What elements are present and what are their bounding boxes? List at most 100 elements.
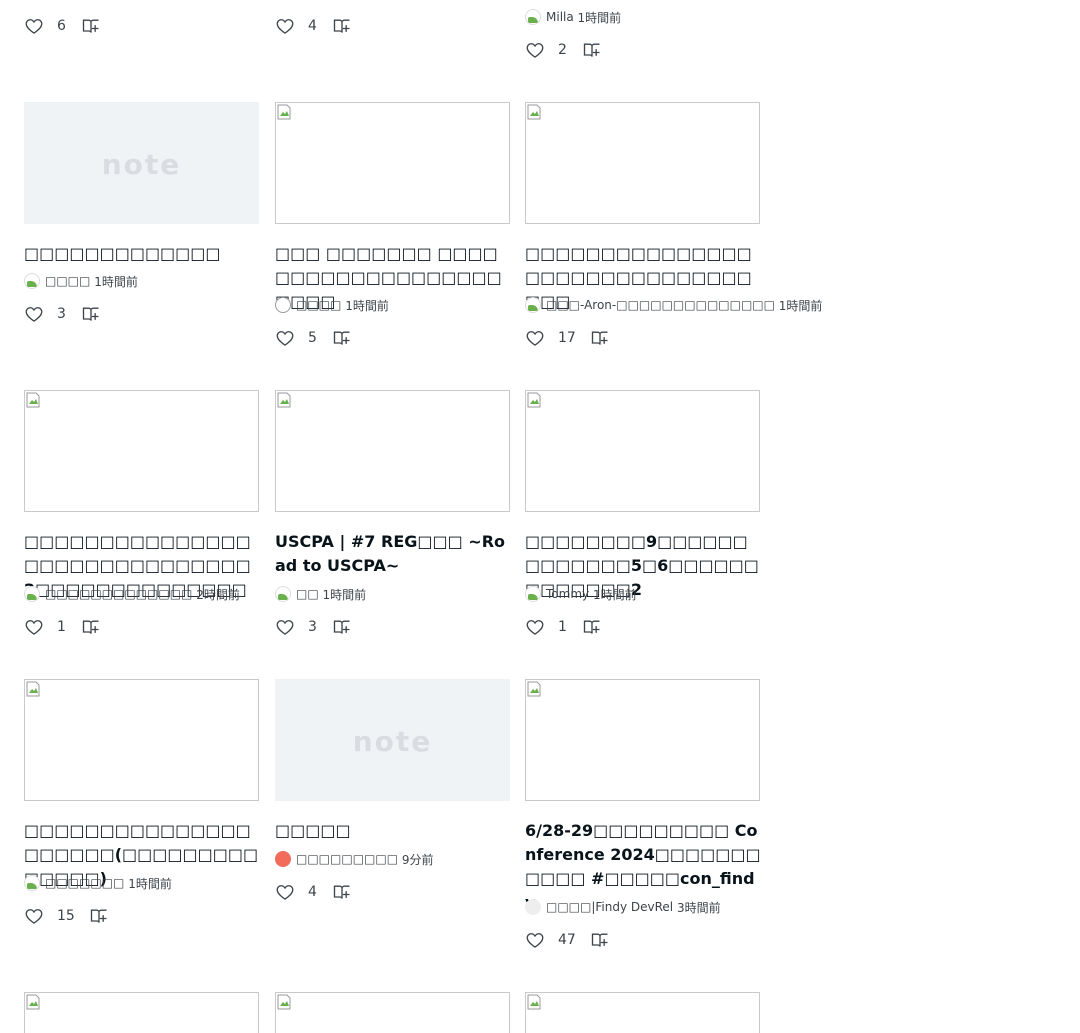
article-thumbnail[interactable] [275, 992, 510, 1033]
author-name: Milla [546, 10, 574, 24]
note-placeholder-thumbnail[interactable]: note [275, 679, 510, 801]
article-thumbnail[interactable] [525, 679, 760, 801]
article-thumbnail[interactable] [525, 992, 760, 1033]
card-actions: 15 [24, 904, 109, 928]
author-name: □□□□ [296, 298, 342, 312]
heart-icon[interactable] [275, 882, 295, 902]
author-name: □□□□□□□□□ [296, 852, 399, 866]
article-thumbnail[interactable] [24, 679, 259, 801]
author-avatar [275, 297, 291, 313]
broken-image-icon [277, 994, 291, 1010]
broken-image-icon [527, 681, 541, 697]
author-avatar [525, 899, 541, 915]
card-actions: 4 [275, 14, 352, 38]
article-thumbnail[interactable] [525, 102, 760, 224]
heart-icon[interactable] [525, 40, 545, 60]
broken-image-icon [26, 392, 40, 408]
heart-icon[interactable] [275, 328, 295, 348]
add-to-magazine-icon[interactable] [590, 930, 610, 950]
add-to-magazine-icon[interactable] [81, 617, 101, 637]
author-avatar [24, 875, 40, 891]
add-to-magazine-icon[interactable] [81, 16, 101, 36]
author-name: □□□□□□□ [45, 876, 125, 890]
like-count: 3 [57, 306, 66, 322]
heart-icon[interactable] [275, 16, 295, 36]
note-logo: note [352, 725, 433, 758]
card-actions: 17 [525, 326, 610, 350]
note-placeholder-thumbnail[interactable]: note [24, 102, 259, 224]
card-author-meta[interactable]: □□□□□□□□□□□□□ 2時間前 [24, 585, 240, 603]
card-actions: 3 [24, 302, 101, 326]
add-to-magazine-icon[interactable] [89, 906, 109, 926]
note-logo: note [101, 148, 182, 181]
add-to-magazine-icon[interactable] [332, 617, 352, 637]
card-author-meta[interactable]: □□□-Aron-□□□□□□□□□□□□□□ 1時間前 [525, 296, 822, 314]
card-actions: 1 [525, 615, 602, 639]
card-actions: 2 [525, 38, 602, 62]
author-avatar [24, 273, 40, 289]
author-avatar [525, 9, 541, 25]
like-count: 1 [57, 619, 66, 635]
article-thumbnail[interactable] [525, 390, 760, 512]
add-to-magazine-icon[interactable] [590, 328, 610, 348]
broken-image-icon [277, 104, 291, 120]
card-author-meta[interactable]: Tommy 1時間前 [525, 585, 637, 603]
card-author-meta[interactable]: Milla 1時間前 [525, 8, 621, 26]
like-count: 15 [57, 908, 75, 924]
author-name: □□ [296, 587, 319, 601]
post-time: 9分前 [401, 852, 434, 867]
card-actions: 3 [275, 615, 352, 639]
like-count: 3 [308, 619, 317, 635]
heart-icon[interactable] [24, 906, 44, 926]
author-avatar [24, 586, 40, 602]
post-time: 1時間前 [322, 587, 367, 602]
article-thumbnail[interactable] [24, 992, 259, 1033]
article-title[interactable]: USCPA | #7 REG□□□ ~Road to USCPA~ [275, 530, 511, 578]
broken-image-icon [527, 104, 541, 120]
post-time: 1時間前 [577, 10, 622, 25]
card-author-meta[interactable]: □□□□□□□ 1時間前 [24, 874, 172, 892]
article-thumbnail[interactable] [275, 102, 510, 224]
author-avatar [275, 586, 291, 602]
like-count: 6 [57, 18, 66, 34]
add-to-magazine-icon[interactable] [582, 40, 602, 60]
article-thumbnail[interactable] [275, 390, 510, 512]
add-to-magazine-icon[interactable] [332, 16, 352, 36]
post-time: 1時間前 [128, 876, 172, 891]
heart-icon[interactable] [525, 930, 545, 950]
heart-icon[interactable] [24, 16, 44, 36]
card-actions: 1 [24, 615, 101, 639]
heart-icon[interactable] [525, 617, 545, 637]
heart-icon[interactable] [525, 328, 545, 348]
article-title[interactable]: □□□□□□□□□□□□□ [24, 242, 260, 266]
article-title[interactable]: □□□□□ [275, 819, 511, 843]
post-time: 3時間前 [676, 900, 721, 915]
heart-icon[interactable] [24, 304, 44, 324]
like-count: 2 [558, 42, 567, 58]
like-count: 4 [308, 18, 317, 34]
author-name: □□□-Aron-□□□□□□□□□□□□□□ [546, 298, 775, 312]
add-to-magazine-icon[interactable] [332, 328, 352, 348]
post-time: 1時間前 [778, 298, 823, 313]
add-to-magazine-icon[interactable] [332, 882, 352, 902]
card-author-meta[interactable]: □□□□|Findy DevRel 3時間前 [525, 898, 721, 916]
broken-image-icon [277, 392, 291, 408]
add-to-magazine-icon[interactable] [81, 304, 101, 324]
post-time: 1時間前 [592, 587, 637, 602]
heart-icon[interactable] [24, 617, 44, 637]
card-author-meta[interactable]: □□□□□□□□□ 9分前 [275, 850, 434, 868]
author-avatar [525, 297, 541, 313]
like-count: 4 [308, 884, 317, 900]
article-thumbnail[interactable] [24, 390, 259, 512]
card-author-meta[interactable]: □□□□ 1時間前 [24, 272, 138, 290]
heart-icon[interactable] [275, 617, 295, 637]
broken-image-icon [26, 681, 40, 697]
author-name: □□□□|Findy DevRel [546, 900, 674, 914]
card-actions: 5 [275, 326, 352, 350]
like-count: 5 [308, 330, 317, 346]
card-actions: 6 [24, 14, 101, 38]
add-to-magazine-icon[interactable] [582, 617, 602, 637]
card-author-meta[interactable]: □□□□ 1時間前 [275, 296, 389, 314]
card-actions: 47 [525, 928, 610, 952]
card-author-meta[interactable]: □□ 1時間前 [275, 585, 366, 603]
